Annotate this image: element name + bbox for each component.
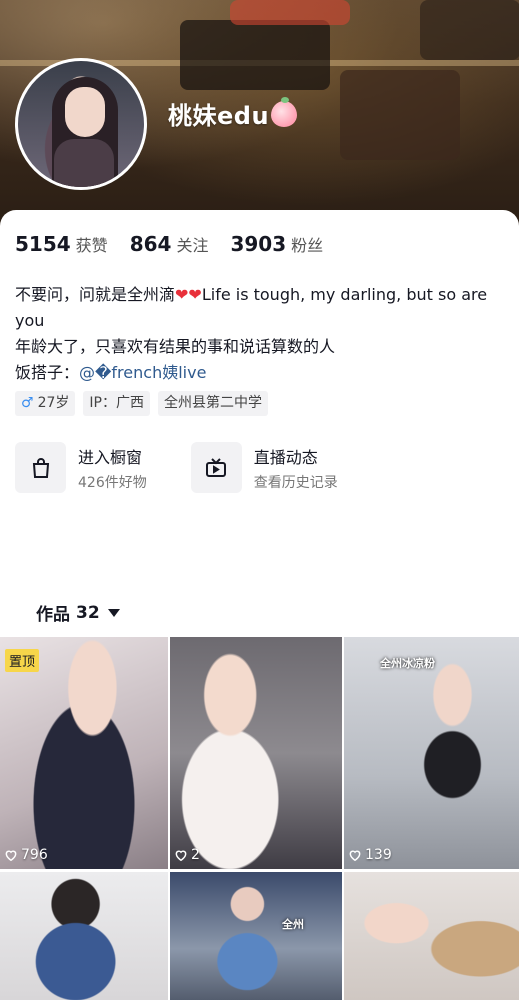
like-count: 2 <box>174 847 200 863</box>
tag-age: ♂ 27岁 <box>15 391 76 416</box>
cover-shoes <box>230 0 350 25</box>
avatar-face <box>65 87 105 137</box>
overlay-caption: 全州冰凉粉 <box>380 657 435 670</box>
video-thumbnail[interactable]: 全州冰凉粉 139 <box>344 637 519 869</box>
video-thumbnail[interactable] <box>0 872 168 1000</box>
video-thumbnail[interactable]: 全州 <box>170 872 342 1000</box>
cover-bag <box>420 0 519 60</box>
works-tab[interactable]: 作品 32 <box>36 600 120 625</box>
live-history-button[interactable]: 直播动态 查看历史记录 <box>190 442 338 493</box>
shortcut-subtitle: 查看历史记录 <box>253 474 338 491</box>
like-number: 2 <box>191 847 200 863</box>
shop-window-button[interactable]: 进入橱窗 426件好物 <box>15 442 147 493</box>
tag-ip: IP：广西 <box>83 391 150 416</box>
thumbnail-image <box>170 637 342 869</box>
shortcut-title: 直播动态 <box>253 447 318 467</box>
stat-label: 关注 <box>176 236 209 255</box>
tag-school[interactable]: 全州县第二中学 <box>157 391 268 416</box>
thumbnail-image <box>0 872 168 1000</box>
bio: 不要问，问就是全州滴❤❤Life is tough, my darling, b… <box>15 282 505 386</box>
stats-row: 5154 获赞 864 关注 3903 粉丝 <box>15 232 323 256</box>
bio-line-3: 饭搭子：@�french姨live <box>15 360 505 386</box>
heart-icon: ❤ <box>188 285 202 304</box>
thumbnail-image <box>344 637 519 869</box>
thumbnail-image <box>344 872 519 1000</box>
caret-down-icon <box>107 608 120 617</box>
cover-bag <box>180 20 330 90</box>
stat-label: 获赞 <box>75 236 108 255</box>
stat-value: 3903 <box>230 232 287 256</box>
male-icon: ♂ <box>21 395 34 411</box>
video-thumbnail[interactable] <box>344 872 519 1000</box>
username-text: 桃妹edu <box>168 102 270 130</box>
bio-text: 不要问，问就是全州滴 <box>15 285 176 304</box>
tag-label: 全州县第二中学 <box>163 395 262 411</box>
shortcut-title: 进入橱窗 <box>78 447 143 467</box>
thumbnail-image <box>170 872 342 1000</box>
bio-line-1: 不要问，问就是全州滴❤❤Life is tough, my darling, b… <box>15 282 505 334</box>
shortcut-subtitle: 426件好物 <box>78 474 147 491</box>
cover-bag <box>340 70 460 160</box>
stat-followers[interactable]: 3903 粉丝 <box>230 232 323 256</box>
heart-outline-icon <box>349 850 361 862</box>
tag-label: 27岁 <box>37 395 70 411</box>
username: 桃妹edu <box>168 96 298 131</box>
bio-text: 饭搭子： <box>15 363 80 382</box>
avatar-body <box>54 139 114 187</box>
like-count: 796 <box>4 847 48 863</box>
heart-icon: ❤ <box>175 285 189 304</box>
avatar[interactable] <box>15 58 147 190</box>
video-thumbnail[interactable]: 置顶 796 <box>0 637 168 869</box>
mention-link[interactable]: @�french姨live <box>79 363 206 382</box>
shopping-bag-icon <box>15 442 66 493</box>
tv-icon <box>190 442 242 493</box>
stat-label: 粉丝 <box>291 236 324 255</box>
bio-line-2: 年龄大了，只喜欢有结果的事和说话算数的人 <box>15 337 336 356</box>
like-number: 139 <box>365 847 392 863</box>
stat-value: 5154 <box>15 232 71 256</box>
like-number: 796 <box>21 847 48 863</box>
like-count: 139 <box>348 847 392 863</box>
heart-outline-icon <box>175 850 187 862</box>
stat-value: 864 <box>129 232 172 256</box>
works-count: 32 <box>76 602 100 623</box>
pinned-badge: 置顶 <box>5 649 40 672</box>
works-label: 作品 <box>36 605 70 625</box>
stat-likes[interactable]: 5154 获赞 <box>15 232 108 256</box>
overlay-caption: 全州 <box>282 918 304 931</box>
stat-following[interactable]: 864 关注 <box>130 232 209 256</box>
peach-icon <box>271 96 298 127</box>
video-thumbnail[interactable]: 2 <box>170 637 342 869</box>
profile-tags: ♂ 27岁 IP：广西 全州县第二中学 <box>15 391 268 416</box>
tag-label: IP：广西 <box>89 395 144 411</box>
heart-outline-icon <box>5 850 17 862</box>
shortcuts: 进入橱窗 426件好物 直播动态 查看历史记录 <box>15 442 338 493</box>
